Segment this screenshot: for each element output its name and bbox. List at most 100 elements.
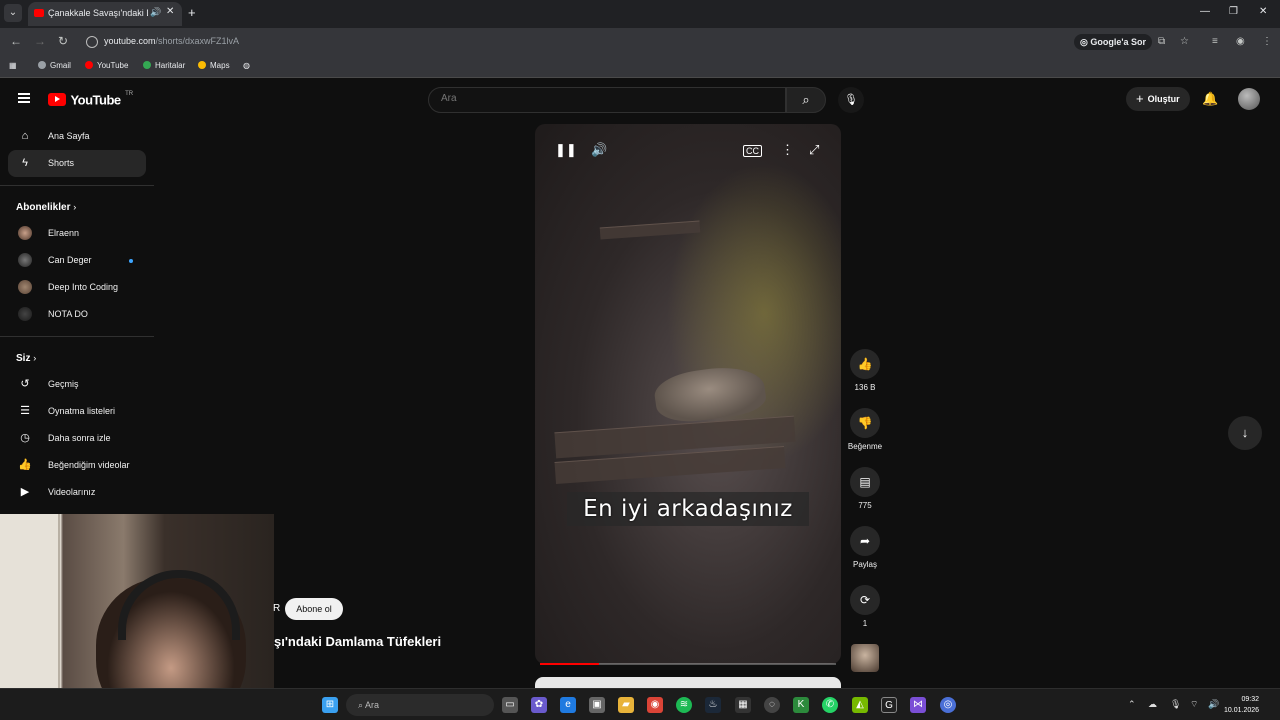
fullscreen-icon[interactable]: ⤢ (809, 142, 819, 158)
next-short-preview[interactable] (535, 677, 841, 688)
short-video-player[interactable]: ❚❚ 🔊 CC ⋮ ⤢ En iyi arkadaşınız (535, 124, 841, 664)
visual-studio-icon[interactable]: ⋈ (910, 697, 926, 713)
youtube-logo[interactable]: YouTube TR (48, 91, 133, 109)
reload-icon[interactable]: ↻ (58, 34, 68, 48)
notifications-bell-icon[interactable]: 🔔 (1202, 91, 1218, 107)
share-icon[interactable]: ➦ (850, 526, 880, 556)
shorts-icon: ϟ (22, 157, 28, 169)
sidebar-item-your-videos[interactable]: ▶ Videolarınız (8, 479, 146, 506)
spotify-icon[interactable]: ≋ (676, 697, 692, 713)
share-label: Paylaş (852, 560, 877, 569)
wifi-icon[interactable]: ⌔ (1190, 699, 1198, 710)
edge-icon[interactable]: e (560, 697, 576, 713)
app-icon[interactable]: ▦ (735, 697, 751, 713)
bookmark-star-icon[interactable]: ☆ (1180, 36, 1189, 47)
volume-icon[interactable]: 🔊 (591, 142, 607, 158)
sidebar-item-liked-videos[interactable]: 👍 Beğendiğim videolar (8, 452, 146, 479)
apps-grid-icon[interactable]: ▦ (9, 61, 17, 70)
microphone-icon[interactable]: 🎙 (838, 87, 864, 113)
windows-start-icon[interactable]: ⊞ (322, 697, 338, 713)
sidebar-item-label: Geçmiş (48, 379, 79, 389)
app-icon[interactable]: ◌ (764, 697, 780, 713)
new-tab-button[interactable]: + (188, 5, 196, 20)
account-avatar[interactable] (1238, 88, 1260, 110)
sound-thumbnail-avatar[interactable] (851, 644, 879, 672)
subscriptions-header[interactable]: Abonelikler › (0, 194, 154, 220)
comment-icon[interactable]: ▤ (850, 467, 880, 497)
create-button[interactable]: + Oluştur (1126, 87, 1190, 111)
like-icon[interactable]: 👍 (850, 349, 880, 379)
url-text: youtube.com/shorts/dxaxwFZ1lvA (104, 36, 239, 46)
whatsapp-icon[interactable]: ✆ (822, 697, 838, 713)
sidebar-item-watch-later[interactable]: ◷ Daha sonra izle (8, 425, 146, 452)
google-ask-label: Google'a Sor (1090, 37, 1147, 47)
bookmark-youtube[interactable]: YouTube (85, 61, 128, 70)
subscription-item[interactable]: NOTA DO (8, 301, 146, 328)
minimize-icon[interactable]: — (1200, 6, 1210, 17)
channel-name-fragment: R (273, 603, 281, 614)
app-g-icon[interactable]: G (881, 697, 897, 713)
system-clock[interactable]: 09:32 10.01.2026 (1224, 694, 1259, 716)
restore-icon[interactable]: ❐ (1229, 6, 1238, 17)
kick-icon[interactable]: K (793, 697, 809, 713)
chrome-icon[interactable]: ◉ (647, 697, 663, 713)
tray-overflow-icon[interactable]: ⌃ (1128, 699, 1136, 710)
liked-icon: 👍 (18, 459, 32, 471)
dislike-icon[interactable]: 👎 (850, 408, 880, 438)
tab-search-button[interactable]: ⌄ (4, 4, 22, 22)
comment-action: ▤ 775 (845, 467, 885, 526)
google-ask-button[interactable]: ◎ Google'a Sor (1074, 34, 1153, 50)
nvidia-icon[interactable]: ◭ (852, 697, 868, 713)
task-view-icon[interactable]: ▭ (502, 697, 518, 713)
search-input[interactable] (441, 93, 771, 104)
site-info-icon[interactable] (86, 36, 98, 48)
app-icon[interactable]: ◎ (940, 697, 956, 713)
you-header[interactable]: Siz › (0, 345, 154, 371)
menu-icon[interactable] (18, 93, 30, 103)
sidebar-item-shorts[interactable]: ϟ Shorts (8, 150, 146, 177)
video-subtitle: En iyi arkadaşınız (567, 492, 809, 526)
media-control-icon[interactable]: ≡ (1212, 36, 1218, 47)
subscription-label: Deep Into Coding (48, 282, 119, 292)
captions-icon[interactable]: CC (743, 145, 762, 157)
forward-icon[interactable]: → (34, 34, 46, 48)
store-icon[interactable]: ▣ (589, 697, 605, 713)
subscription-item[interactable]: Deep Into Coding (8, 274, 146, 301)
sidebar-item-playlists[interactable]: ☰ Oynatma listeleri (8, 398, 146, 425)
audio-playing-icon[interactable]: 🔊 (150, 7, 161, 18)
remix-icon[interactable]: ⟳ (850, 585, 880, 615)
steam-icon[interactable]: ♨ (705, 697, 721, 713)
taskbar-search[interactable]: ⌕ Ara (346, 694, 494, 716)
sidebar-item-home[interactable]: ⌂ Ana Sayfa (8, 123, 146, 150)
browser-tab[interactable]: Çanakkale Savaşı'ndaki Dam 🔊 ✕ (28, 2, 182, 26)
bookmark-maps[interactable]: Maps (198, 61, 230, 70)
more-options-icon[interactable]: ⋮ (781, 142, 794, 158)
history-icon: ↺ (20, 378, 30, 390)
browser-menu-icon[interactable]: ⋮ (1262, 36, 1272, 47)
search-icon[interactable]: ⌕ (786, 87, 826, 113)
next-arrow-down-icon[interactable]: ↓ (1228, 416, 1262, 450)
file-explorer-icon[interactable]: ▰ (618, 697, 634, 713)
tab-close-icon[interactable]: ✕ (166, 6, 174, 17)
install-icon[interactable]: ⧉ (1158, 36, 1165, 47)
address-bar[interactable]: youtube.com/shorts/dxaxwFZ1lvA (80, 31, 1140, 53)
sidebar-item-label: Daha sonra izle (48, 433, 111, 443)
subscription-item[interactable]: Can Deger (8, 247, 146, 274)
bookmark-globe-icon[interactable]: ◍ (243, 61, 250, 70)
speaker-icon[interactable]: 🔊 (1208, 699, 1219, 710)
tray-app-icon[interactable]: ☁ (1148, 699, 1157, 710)
bookmark-gmail[interactable]: Gmail (38, 61, 71, 70)
profile-icon[interactable]: ◉ (1236, 36, 1245, 47)
sidebar-item-history[interactable]: ↺ Geçmiş (8, 371, 146, 398)
subscribe-button[interactable]: Abone ol (285, 598, 343, 620)
pause-icon[interactable]: ❚❚ (555, 142, 577, 158)
tray-mic-icon[interactable]: 🎙 (1170, 699, 1181, 710)
tab-title: Çanakkale Savaşı'ndaki Dam (48, 8, 148, 18)
widgets-icon[interactable]: ✿ (531, 697, 547, 713)
channel-avatar (18, 226, 32, 240)
subscription-item[interactable]: Elraenn (8, 220, 146, 247)
bookmark-haritalar[interactable]: Haritalar (143, 61, 185, 70)
back-icon[interactable]: ← (10, 34, 22, 48)
close-window-icon[interactable]: ✕ (1259, 6, 1267, 17)
video-progress-bar[interactable] (540, 663, 836, 665)
